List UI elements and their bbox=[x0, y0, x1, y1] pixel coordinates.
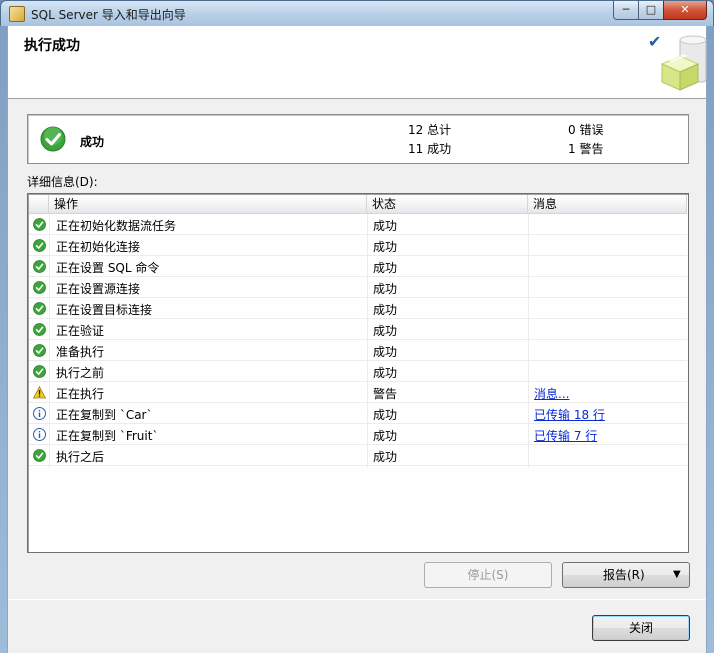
table-row[interactable]: 执行之后 成功 bbox=[29, 445, 687, 466]
row-status: 成功 bbox=[373, 261, 398, 275]
warning-icon bbox=[33, 386, 46, 399]
row-action: 执行之前 bbox=[56, 366, 105, 380]
row-action: 正在验证 bbox=[56, 324, 105, 338]
success-icon bbox=[33, 281, 46, 294]
window-title: SQL Server 导入和导出向导 bbox=[31, 8, 186, 22]
success-icon bbox=[33, 218, 46, 231]
row-action: 执行之后 bbox=[56, 450, 105, 464]
table-row[interactable]: 正在执行 警告 消息... bbox=[29, 382, 687, 403]
details-label: 详细信息(D): bbox=[27, 175, 98, 189]
row-status: 成功 bbox=[373, 282, 398, 296]
report-button[interactable]: 报告(R) ▼ bbox=[562, 562, 690, 588]
row-action: 正在执行 bbox=[56, 387, 105, 401]
row-status: 成功 bbox=[373, 240, 398, 254]
table-row[interactable]: 正在设置 SQL 命令 成功 bbox=[29, 256, 687, 277]
table-row[interactable]: 正在复制到 `Car` 成功 已传输 18 行 bbox=[29, 403, 687, 424]
table-row[interactable]: 正在验证 成功 bbox=[29, 319, 687, 340]
page-title: 执行成功 bbox=[24, 38, 80, 54]
row-status: 警告 bbox=[373, 387, 398, 401]
table-row[interactable]: 准备执行 成功 bbox=[29, 340, 687, 361]
row-status: 成功 bbox=[373, 366, 398, 380]
row-action: 正在初始化数据流任务 bbox=[56, 219, 177, 233]
row-status: 成功 bbox=[373, 450, 398, 464]
row-status: 成功 bbox=[373, 345, 398, 359]
row-status: 成功 bbox=[373, 408, 398, 422]
column-divider bbox=[49, 214, 50, 468]
minimize-button[interactable]: ─ bbox=[613, 1, 639, 20]
success-icon bbox=[33, 449, 46, 462]
success-icon bbox=[33, 302, 46, 315]
row-message-link[interactable]: 已传输 18 行 bbox=[534, 406, 605, 423]
footer-separator bbox=[8, 599, 706, 600]
row-action: 正在初始化连接 bbox=[56, 240, 141, 254]
row-action: 准备执行 bbox=[56, 345, 105, 359]
stat-error: 0 错误 bbox=[568, 123, 604, 137]
table-row[interactable]: 正在设置源连接 成功 bbox=[29, 277, 687, 298]
dialog-client-area: 执行成功 ✔ 成功 12 总计 11 成功 0 错误 1 警告 详细信息(D):… bbox=[7, 26, 707, 653]
close-window-button[interactable]: ✕ bbox=[663, 1, 707, 20]
table-row[interactable]: 正在复制到 `Fruit` 成功 已传输 7 行 bbox=[29, 424, 687, 445]
list-header: 操作 状态 消息 bbox=[29, 195, 687, 214]
info-icon bbox=[33, 428, 46, 441]
column-header-icon[interactable] bbox=[29, 195, 49, 214]
column-header-message[interactable]: 消息 bbox=[528, 195, 687, 214]
table-row[interactable]: 正在初始化数据流任务 成功 bbox=[29, 214, 687, 235]
close-button[interactable]: 关闭 bbox=[592, 615, 690, 641]
row-action: 正在复制到 `Fruit` bbox=[56, 429, 159, 443]
dropdown-arrow-icon[interactable]: ▼ bbox=[673, 563, 681, 587]
maximize-button[interactable]: □ bbox=[638, 1, 664, 20]
summary-status-text: 成功 bbox=[80, 135, 105, 149]
report-button-label: 报告(R) bbox=[603, 568, 645, 582]
table-row[interactable]: 执行之前 成功 bbox=[29, 361, 687, 382]
stop-button[interactable]: 停止(S) bbox=[424, 562, 552, 588]
window-border-right bbox=[707, 26, 714, 653]
column-header-action[interactable]: 操作 bbox=[49, 195, 367, 214]
row-action: 正在设置 SQL 命令 bbox=[56, 261, 160, 275]
column-divider bbox=[367, 214, 368, 468]
header-band: 执行成功 ✔ bbox=[8, 26, 707, 99]
column-header-status[interactable]: 状态 bbox=[367, 195, 528, 214]
success-icon bbox=[33, 239, 46, 252]
success-icon bbox=[33, 323, 46, 336]
table-row[interactable]: 正在初始化连接 成功 bbox=[29, 235, 687, 256]
stat-success: 11 成功 bbox=[408, 142, 452, 156]
row-action: 正在复制到 `Car` bbox=[56, 408, 153, 422]
column-divider bbox=[528, 214, 529, 468]
details-list[interactable]: 操作 状态 消息 正在初始化数据流任务 成功 正在初始化连接 成功 正在设置 SQL 命… bbox=[27, 193, 689, 553]
row-action: 正在设置目标连接 bbox=[56, 303, 153, 317]
table-row[interactable]: 正在设置目标连接 成功 bbox=[29, 298, 687, 319]
row-status: 成功 bbox=[373, 303, 398, 317]
success-icon bbox=[40, 126, 66, 152]
app-icon bbox=[9, 6, 25, 22]
row-status: 成功 bbox=[373, 429, 398, 443]
stat-total: 12 总计 bbox=[408, 123, 452, 137]
row-status: 成功 bbox=[373, 219, 398, 233]
success-icon bbox=[33, 260, 46, 273]
row-message-link[interactable]: 消息... bbox=[534, 385, 569, 402]
title-bar[interactable]: SQL Server 导入和导出向导 ─ □ ✕ bbox=[1, 1, 713, 27]
stat-warning: 1 警告 bbox=[568, 142, 604, 156]
row-message-link[interactable]: 已传输 7 行 bbox=[534, 427, 597, 444]
window-border-left bbox=[0, 26, 7, 653]
success-icon bbox=[33, 344, 46, 357]
row-status: 成功 bbox=[373, 324, 398, 338]
info-icon bbox=[33, 407, 46, 420]
wizard-graphic-icon bbox=[660, 35, 707, 91]
summary-box: 成功 12 总计 11 成功 0 错误 1 警告 bbox=[27, 114, 689, 164]
success-icon bbox=[33, 365, 46, 378]
row-action: 正在设置源连接 bbox=[56, 282, 141, 296]
